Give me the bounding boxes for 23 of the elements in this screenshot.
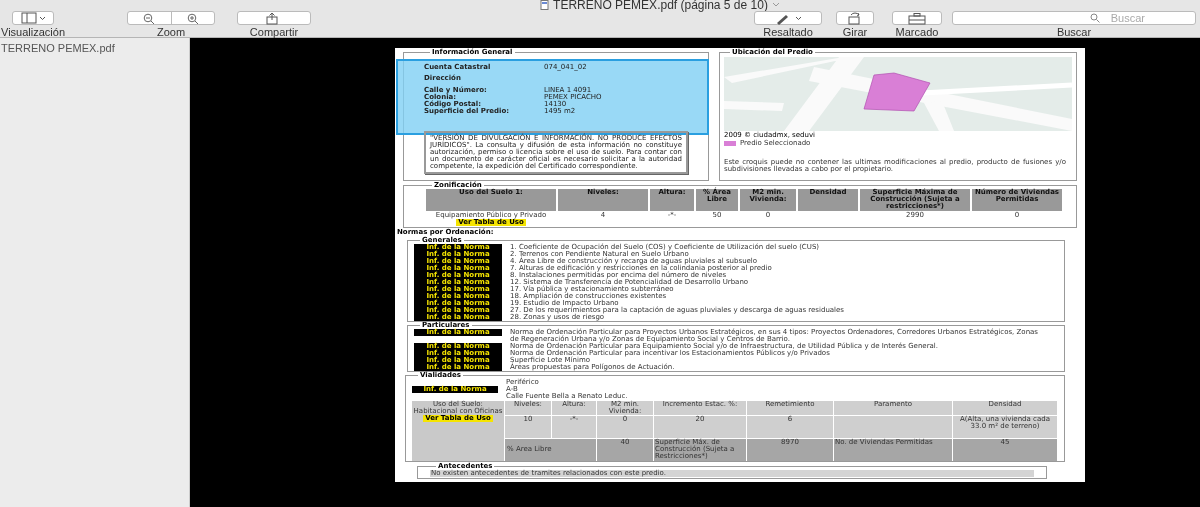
sidebar-button[interactable] [12,11,54,25]
file-name[interactable]: TERRENO PEMEX.pdf [0,40,189,57]
toolbar-label: Girar [842,26,868,38]
window-title: TERRENO PEMEX.pdf (página 5 de 10) [553,0,768,11]
toolbar-label: Compartir [249,26,299,38]
zoom-in-icon [186,12,199,24]
toolbar-label: Buscar [1056,26,1092,38]
search-icon [1090,13,1100,23]
toolbar-label: Zoom [156,26,186,38]
zoom-control[interactable] [127,11,215,25]
toolbar-label: Marcado [895,26,939,38]
zoom-out-icon [143,12,156,24]
sidebar-icon [20,11,46,25]
toolbar-label: Visualización [1,26,65,38]
search-field[interactable]: Buscar [952,11,1196,25]
toolbox-button[interactable] [892,11,942,25]
rotate-button[interactable] [836,11,874,25]
share-button[interactable] [237,11,311,25]
highlight-button[interactable] [754,11,822,25]
caret-icon [771,0,780,8]
document-icon [540,0,550,10]
toolbar-label: Resaltado [763,26,813,38]
toolbox-icon [908,11,926,25]
